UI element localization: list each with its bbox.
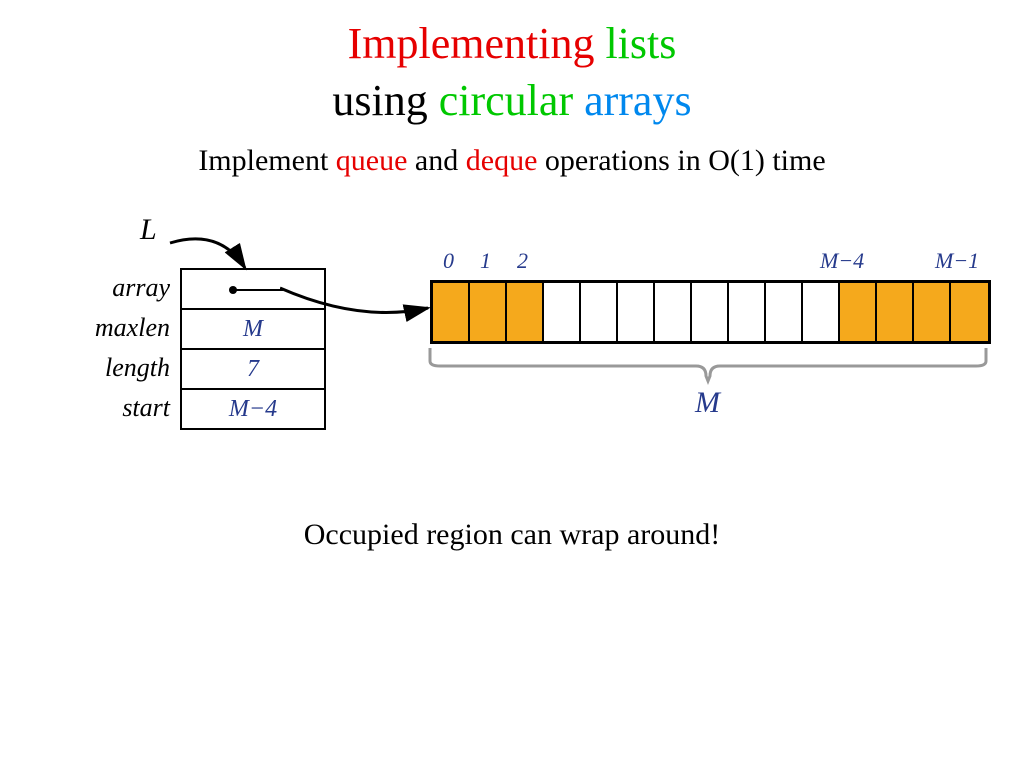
cell <box>544 283 581 341</box>
label-L: L <box>140 213 157 247</box>
diagram: L array maxlen length start M 7 M−4 0 1 … <box>0 208 1024 488</box>
cell <box>803 283 840 341</box>
label-length: length <box>80 348 170 388</box>
cell <box>470 283 507 341</box>
index-m-4: M−4 <box>820 248 864 274</box>
cell <box>507 283 544 341</box>
cell <box>766 283 803 341</box>
label-maxlen: maxlen <box>80 308 170 348</box>
struct-length-cell: 7 <box>181 349 325 389</box>
index-0: 0 <box>430 248 467 274</box>
cell <box>581 283 618 341</box>
arrow-array-to-cells <box>280 278 440 328</box>
cell <box>914 283 951 341</box>
index-2: 2 <box>504 248 541 274</box>
struct-field-labels: array maxlen length start <box>80 268 170 428</box>
cell <box>692 283 729 341</box>
cell <box>840 283 877 341</box>
title-word-2: lists <box>605 19 676 68</box>
array-cells <box>430 280 991 344</box>
title-word-4: circular <box>439 76 573 125</box>
title-word-1: Implementing <box>348 19 595 68</box>
slide-subtitle: Implement queue and deque operations in … <box>0 144 1024 178</box>
label-array: array <box>80 268 170 308</box>
title-word-3: using <box>332 76 427 125</box>
cell <box>433 283 470 341</box>
title-word-5: arrays <box>584 76 692 125</box>
cell <box>618 283 655 341</box>
index-m-1: M−1 <box>935 248 979 274</box>
slide-title: Implementing lists using circular arrays <box>0 15 1024 129</box>
index-1: 1 <box>467 248 504 274</box>
cell <box>729 283 766 341</box>
cell <box>951 283 988 341</box>
cell <box>655 283 692 341</box>
label-start: start <box>80 388 170 428</box>
label-m-below: M <box>695 386 720 420</box>
footer-text: Occupied region can wrap around! <box>0 518 1024 552</box>
cell <box>877 283 914 341</box>
struct-start-cell: M−4 <box>181 389 325 429</box>
array-index-row: 0 1 2 <box>430 248 541 274</box>
brace-m <box>428 346 988 386</box>
